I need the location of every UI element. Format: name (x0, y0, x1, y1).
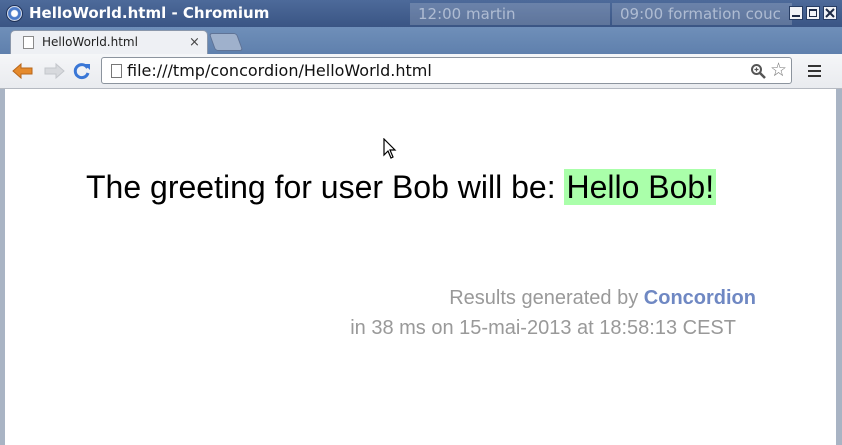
window-title-bar[interactable]: HelloWorld.html - Chromium 12:00 martin … (0, 0, 842, 27)
concordion-link[interactable]: Concordion (644, 287, 756, 309)
tab-title: HelloWorld.html (42, 35, 138, 49)
background-calendar-entry: 12:00 martin (410, 3, 610, 25)
zoom-icon[interactable] (750, 63, 766, 83)
results-footer: Results generated by Concordion (449, 287, 756, 310)
results-timing: in 38 ms on 15-mai-2013 at 18:58:13 CEST (350, 317, 736, 339)
window-title: HelloWorld.html - Chromium (29, 4, 270, 22)
address-bar[interactable]: file:///tmp/concordion/HelloWorld.html ☆ (101, 57, 792, 84)
forward-arrow-icon[interactable] (43, 62, 65, 84)
minimize-icon[interactable] (789, 6, 803, 20)
greeting-text: The greeting for user Bob will be: (86, 169, 556, 205)
greeting-result: Hello Bob! (564, 169, 717, 205)
tab-strip: HelloWorld.html × (0, 27, 842, 54)
page-content: The greeting for user Bob will be: Hello… (5, 89, 836, 445)
page-icon (23, 36, 34, 49)
menu-icon[interactable] (808, 65, 821, 80)
background-calendar-entry: 09:00 formation couc (612, 3, 792, 25)
browser-toolbar: file:///tmp/concordion/HelloWorld.html ☆ (0, 54, 842, 89)
page-icon (111, 64, 122, 78)
reload-icon[interactable] (73, 62, 91, 84)
footer-prefix: Results generated by (449, 287, 639, 309)
url-text[interactable]: file:///tmp/concordion/HelloWorld.html (127, 61, 432, 80)
star-icon[interactable]: ☆ (770, 61, 787, 80)
maximize-icon[interactable] (806, 6, 820, 20)
tab-helloworld[interactable]: HelloWorld.html × (10, 30, 208, 54)
greeting-line: The greeting for user Bob will be: Hello… (86, 169, 717, 206)
back-arrow-icon[interactable] (12, 62, 34, 84)
tab-close-icon[interactable]: × (189, 35, 200, 50)
window-frame-right (836, 89, 842, 445)
mouse-cursor-icon (383, 137, 397, 164)
chromium-icon (6, 5, 23, 22)
close-icon[interactable] (823, 6, 837, 20)
